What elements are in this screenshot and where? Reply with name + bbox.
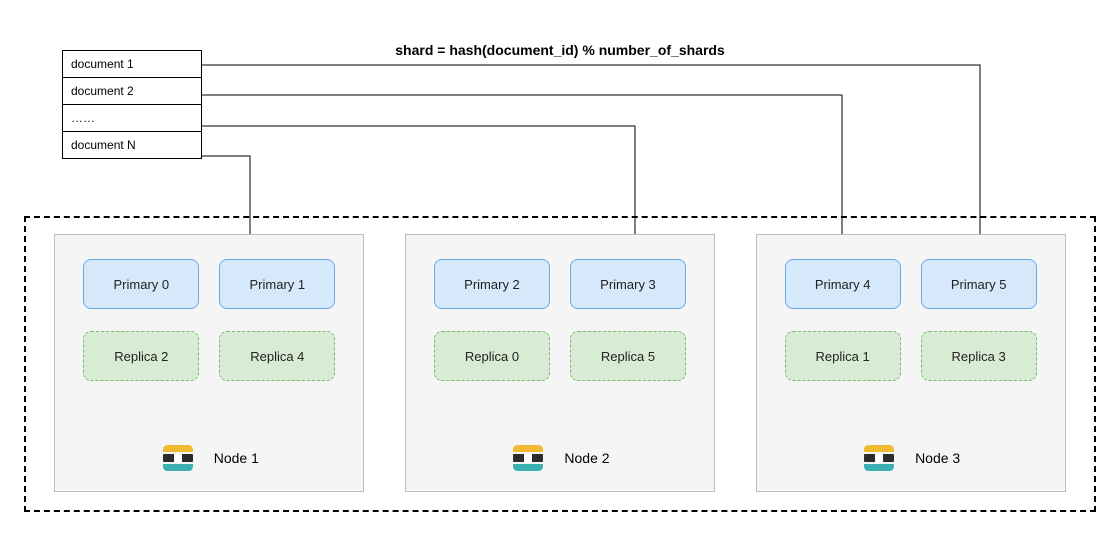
primary-shard: Primary 2 — [434, 259, 550, 309]
replica-shard: Replica 5 — [570, 331, 686, 381]
elasticsearch-icon — [861, 443, 897, 473]
elasticsearch-icon — [160, 443, 196, 473]
node-3: Primary 4 Primary 5 Replica 1 Replica 3 … — [756, 234, 1066, 492]
primary-shard: Primary 4 — [785, 259, 901, 309]
document-row: document 2 — [63, 78, 201, 105]
replica-shard: Replica 1 — [785, 331, 901, 381]
replica-shard: Replica 2 — [83, 331, 199, 381]
node-1: Primary 0 Primary 1 Replica 2 Replica 4 … — [54, 234, 364, 492]
primary-shard: Primary 5 — [921, 259, 1037, 309]
replica-shard: Replica 0 — [434, 331, 550, 381]
node-2: Primary 2 Primary 3 Replica 0 Replica 5 … — [405, 234, 715, 492]
replica-shard: Replica 4 — [219, 331, 335, 381]
elasticsearch-icon — [510, 443, 546, 473]
shard-formula: shard = hash(document_id) % number_of_sh… — [300, 42, 820, 58]
node-label: Node 2 — [564, 450, 609, 466]
documents-table: document 1 document 2 …… document N — [62, 50, 202, 159]
primary-shard: Primary 3 — [570, 259, 686, 309]
document-row: document N — [63, 132, 201, 158]
node-label: Node 1 — [214, 450, 259, 466]
primary-shard: Primary 0 — [83, 259, 199, 309]
cluster-boundary: Primary 0 Primary 1 Replica 2 Replica 4 … — [24, 216, 1096, 512]
document-row: …… — [63, 105, 201, 132]
replica-shard: Replica 3 — [921, 331, 1037, 381]
primary-shard: Primary 1 — [219, 259, 335, 309]
document-row: document 1 — [63, 51, 201, 78]
node-label: Node 3 — [915, 450, 960, 466]
